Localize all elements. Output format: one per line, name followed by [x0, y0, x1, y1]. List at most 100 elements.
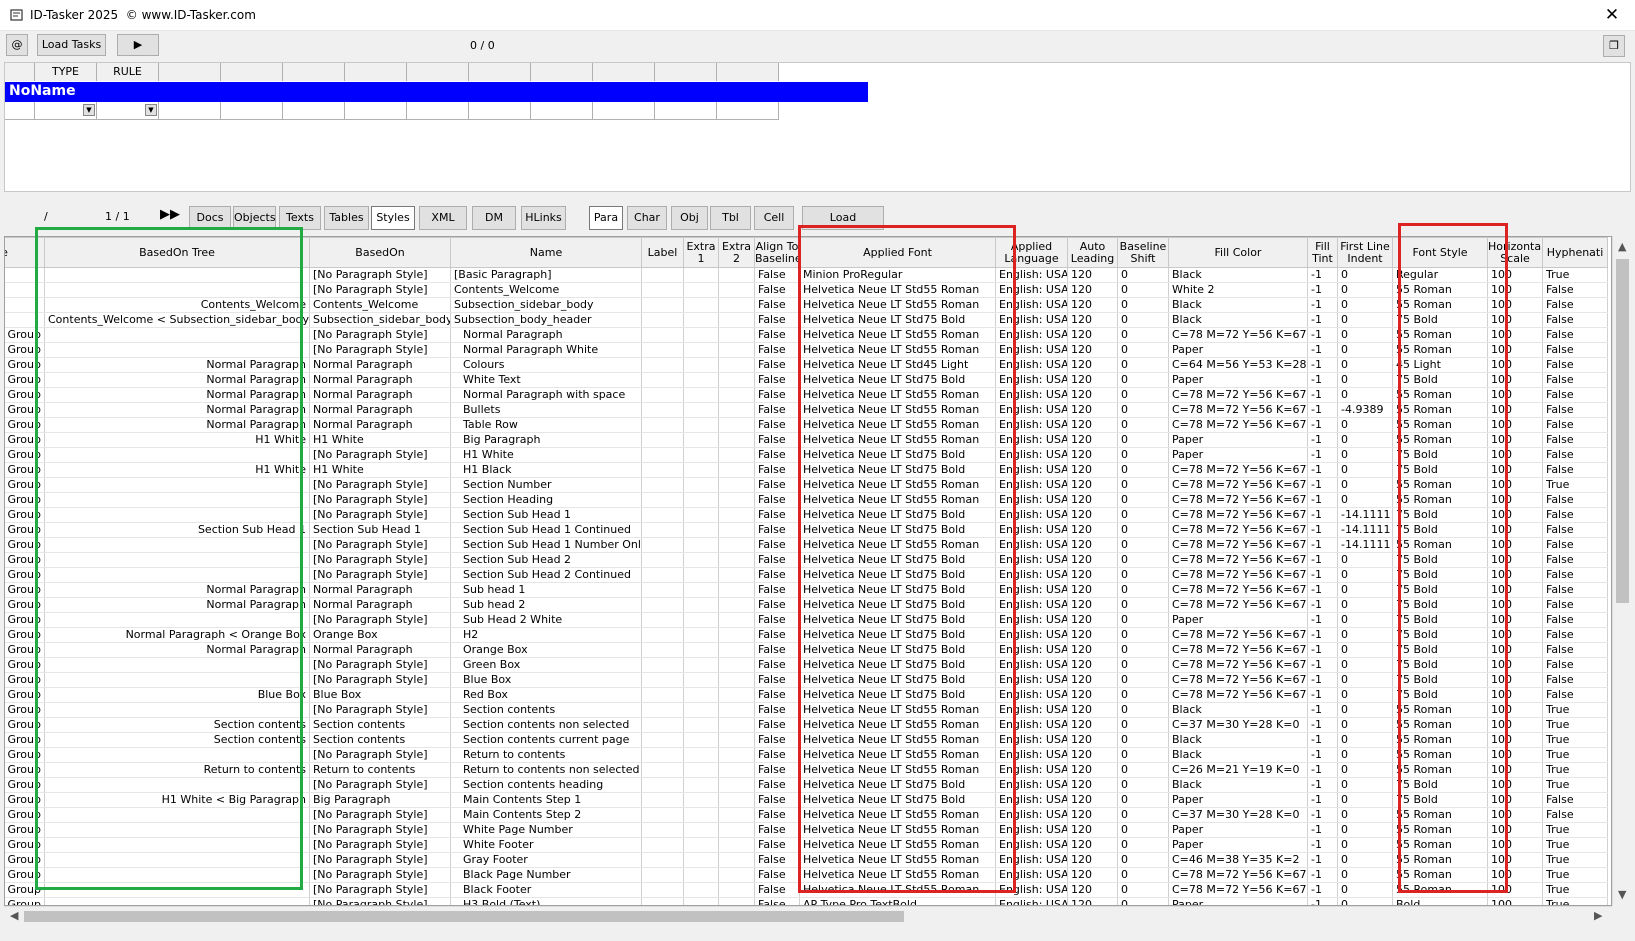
- table-cell[interactable]: False: [1542, 447, 1608, 463]
- rule-cell[interactable]: [407, 102, 469, 120]
- table-cell[interactable]: [641, 552, 684, 568]
- table-row[interactable]: Group Section Sub Head 1 Section Sub Head …: [5, 522, 1608, 538]
- table-cell[interactable]: 0: [1117, 732, 1169, 748]
- table-cell[interactable]: Normal Paragraph: [44, 402, 310, 418]
- table-cell[interactable]: 0: [1337, 267, 1393, 283]
- table-cell[interactable]: -14.1111: [1337, 507, 1393, 523]
- table-cell[interactable]: Group: [5, 597, 45, 613]
- table-cell[interactable]: 0: [1117, 897, 1169, 905]
- table-cell[interactable]: 55 Roman: [1392, 837, 1488, 853]
- table-cell[interactable]: False: [1542, 462, 1608, 478]
- table-cell[interactable]: Paper: [1168, 342, 1308, 358]
- table-cell[interactable]: [641, 732, 684, 748]
- table-cell[interactable]: [683, 432, 719, 448]
- table-cell[interactable]: False: [754, 372, 800, 388]
- table-cell[interactable]: [718, 312, 755, 328]
- table-cell[interactable]: 120: [1067, 792, 1118, 808]
- table-cell[interactable]: Normal Paragraph: [309, 357, 451, 373]
- table-row[interactable]: Group Normal Paragraph Normal Paragraph Tab…: [5, 417, 1608, 433]
- table-cell[interactable]: 100: [1487, 462, 1543, 478]
- table-cell[interactable]: [5, 282, 45, 298]
- table-cell[interactable]: 100: [1487, 582, 1543, 598]
- subtab-tbl[interactable]: Tbl: [710, 206, 751, 230]
- table-cell[interactable]: 0: [1337, 837, 1393, 853]
- table-cell[interactable]: 100: [1487, 432, 1543, 448]
- table-cell[interactable]: 75 Bold: [1392, 792, 1488, 808]
- table-cell[interactable]: 100: [1487, 477, 1543, 493]
- table-cell[interactable]: -1: [1307, 372, 1338, 388]
- table-cell[interactable]: English: USA: [995, 417, 1068, 433]
- table-cell[interactable]: 0: [1117, 402, 1169, 418]
- table-cell[interactable]: [44, 282, 310, 298]
- table-cell[interactable]: -1: [1307, 507, 1338, 523]
- table-cell[interactable]: -1: [1307, 807, 1338, 823]
- table-cell[interactable]: Contents_Welcome: [44, 297, 310, 313]
- table-cell[interactable]: [641, 312, 684, 328]
- column-header[interactable]: Fill Color: [1168, 237, 1308, 268]
- table-cell[interactable]: [718, 327, 755, 343]
- table-cell[interactable]: [683, 882, 719, 898]
- table-cell[interactable]: 100: [1487, 342, 1543, 358]
- table-cell[interactable]: 100: [1487, 732, 1543, 748]
- table-cell[interactable]: [No Paragraph Style]: [309, 882, 451, 898]
- table-cell[interactable]: Black: [1168, 312, 1308, 328]
- table-cell[interactable]: [718, 867, 755, 883]
- table-row[interactable]: Group [No Paragraph Style] H1 White False He…: [5, 447, 1608, 463]
- table-cell[interactable]: Group: [5, 702, 45, 718]
- table-cell[interactable]: [683, 537, 719, 553]
- table-cell[interactable]: False: [1542, 522, 1608, 538]
- table-cell[interactable]: White Page Number: [450, 822, 642, 838]
- table-cell[interactable]: False: [1542, 537, 1608, 553]
- table-cell[interactable]: [No Paragraph Style]: [309, 282, 451, 298]
- table-row[interactable]: Group [No Paragraph Style] Green Box False H…: [5, 657, 1608, 673]
- table-cell[interactable]: Helvetica Neue LT Std55 Roman: [799, 417, 996, 433]
- table-cell[interactable]: False: [754, 282, 800, 298]
- table-cell[interactable]: 0: [1117, 672, 1169, 688]
- table-cell[interactable]: 0: [1117, 537, 1169, 553]
- table-cell[interactable]: C=78 M=72 Y=56 K=67: [1168, 687, 1308, 703]
- table-cell[interactable]: -1: [1307, 657, 1338, 673]
- column-header[interactable]: Applied Language: [995, 237, 1068, 268]
- table-cell[interactable]: 120: [1067, 267, 1118, 283]
- table-cell[interactable]: [683, 477, 719, 493]
- table-cell[interactable]: 0: [1337, 357, 1393, 373]
- table-cell[interactable]: [641, 882, 684, 898]
- table-cell[interactable]: Group: [5, 627, 45, 643]
- table-cell[interactable]: 0: [1117, 342, 1169, 358]
- table-cell[interactable]: Paper: [1168, 792, 1308, 808]
- close-button[interactable]: ✕: [1589, 0, 1635, 31]
- table-cell[interactable]: False: [754, 402, 800, 418]
- table-cell[interactable]: [683, 267, 719, 283]
- table-cell[interactable]: [44, 837, 310, 853]
- table-cell[interactable]: 120: [1067, 357, 1118, 373]
- table-cell[interactable]: Black: [1168, 702, 1308, 718]
- table-cell[interactable]: Group: [5, 552, 45, 568]
- table-cell[interactable]: 0: [1337, 552, 1393, 568]
- table-cell[interactable]: False: [754, 807, 800, 823]
- table-cell[interactable]: [641, 402, 684, 418]
- table-cell[interactable]: -1: [1307, 837, 1338, 853]
- table-cell[interactable]: [683, 552, 719, 568]
- column-header[interactable]: Fill Tint: [1307, 237, 1338, 268]
- table-cell[interactable]: English: USA: [995, 762, 1068, 778]
- table-cell[interactable]: -1: [1307, 447, 1338, 463]
- table-cell[interactable]: False: [754, 852, 800, 868]
- table-cell[interactable]: -1: [1307, 882, 1338, 898]
- subtab-char[interactable]: Char: [627, 206, 667, 230]
- table-cell[interactable]: 0: [1117, 597, 1169, 613]
- table-cell[interactable]: Big Paragraph: [450, 432, 642, 448]
- table-cell[interactable]: [718, 522, 755, 538]
- table-cell[interactable]: [718, 672, 755, 688]
- table-cell[interactable]: [683, 327, 719, 343]
- table-cell[interactable]: [683, 567, 719, 583]
- table-cell[interactable]: False: [1542, 357, 1608, 373]
- table-cell[interactable]: 75 Bold: [1392, 447, 1488, 463]
- table-cell[interactable]: 0: [1117, 642, 1169, 658]
- table-cell[interactable]: [641, 477, 684, 493]
- table-cell[interactable]: False: [1542, 507, 1608, 523]
- tab-texts[interactable]: Texts: [279, 206, 321, 230]
- table-cell[interactable]: [641, 492, 684, 508]
- column-header[interactable]: Applied Font: [799, 237, 996, 268]
- table-cell[interactable]: [718, 747, 755, 763]
- table-cell[interactable]: 100: [1487, 597, 1543, 613]
